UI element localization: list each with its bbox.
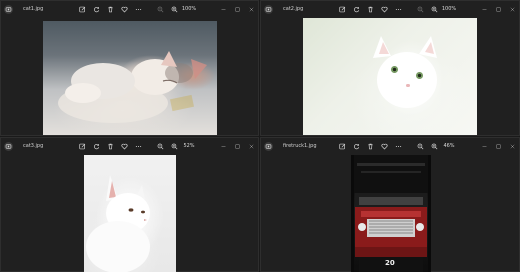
edit-image-icon[interactable]	[335, 140, 349, 152]
viewer-toolbar: 46%	[335, 140, 457, 152]
zoom-out-icon[interactable]	[153, 140, 167, 152]
close-icon[interactable]	[505, 3, 519, 15]
cat-nose	[406, 84, 410, 87]
window-title-filename: cat2.jpg	[283, 6, 304, 12]
minimize-icon[interactable]	[216, 3, 230, 15]
zoom-level: 52%	[183, 143, 195, 149]
maximize-icon[interactable]	[230, 140, 244, 152]
more-icon[interactable]	[391, 140, 405, 152]
title-bar[interactable]: cat1.jpg 100%	[1, 1, 258, 17]
photos-app-icon	[4, 4, 13, 14]
cat-eye-left	[391, 66, 398, 73]
edit-image-icon[interactable]	[335, 3, 349, 15]
title-bar[interactable]: firetruck1.jpg 46%	[261, 138, 519, 154]
zoom-in-icon[interactable]	[167, 140, 181, 152]
firetruck-number: 20	[385, 259, 395, 267]
photo-sleeping-kitten	[43, 21, 217, 135]
heart-icon[interactable]	[117, 3, 131, 15]
photos-app-icon	[4, 141, 13, 151]
window-controls	[216, 140, 258, 152]
rotate-icon[interactable]	[89, 3, 103, 15]
zoom-level: 46%	[443, 143, 455, 149]
zoom-out-icon[interactable]	[413, 140, 427, 152]
rotate-icon[interactable]	[349, 3, 363, 15]
window-title-filename: cat1.jpg	[23, 6, 44, 12]
zoom-out-icon[interactable]	[153, 3, 167, 15]
title-bar[interactable]: cat2.jpg 100%	[261, 1, 519, 17]
delete-icon[interactable]	[363, 3, 377, 15]
zoom-in-icon[interactable]	[427, 140, 441, 152]
more-icon[interactable]	[131, 3, 145, 15]
minimize-icon[interactable]	[477, 3, 491, 15]
zoom-in-icon[interactable]	[427, 3, 441, 15]
edit-image-icon[interactable]	[75, 3, 89, 15]
minimize-icon[interactable]	[477, 140, 491, 152]
rotate-icon[interactable]	[89, 140, 103, 152]
delete-icon[interactable]	[103, 140, 117, 152]
maximize-icon[interactable]	[491, 140, 505, 152]
more-icon[interactable]	[391, 3, 405, 15]
delete-icon[interactable]	[363, 140, 377, 152]
minimize-icon[interactable]	[216, 140, 230, 152]
window-controls	[216, 3, 258, 15]
desktop: cat1.jpg 100% cat2.jpg 100% cat3.jpg 52%…	[0, 0, 520, 272]
maximize-icon[interactable]	[491, 3, 505, 15]
photo-firetruck: 20	[351, 155, 431, 272]
zoom-out-icon[interactable]	[413, 3, 427, 15]
zoom-level: 100%	[441, 6, 457, 12]
viewer-toolbar: 100%	[335, 3, 457, 15]
window-controls	[477, 3, 519, 15]
maximize-icon[interactable]	[230, 3, 244, 15]
zoom-in-icon[interactable]	[167, 3, 181, 15]
close-icon[interactable]	[244, 140, 258, 152]
photo-white-fluffy-cat	[303, 18, 477, 135]
delete-icon[interactable]	[103, 3, 117, 15]
heart-icon[interactable]	[117, 140, 131, 152]
title-bar[interactable]: cat3.jpg 52%	[1, 138, 258, 154]
window-title-filename: cat3.jpg	[23, 143, 44, 149]
heart-icon[interactable]	[377, 3, 391, 15]
viewer-toolbar: 100%	[75, 3, 197, 15]
edit-image-icon[interactable]	[75, 140, 89, 152]
zoom-level: 100%	[181, 6, 197, 12]
photo-white-cat-portrait	[84, 155, 176, 272]
window-title-filename: firetruck1.jpg	[283, 143, 317, 149]
photos-app-icon	[264, 141, 273, 151]
close-icon[interactable]	[505, 140, 519, 152]
more-icon[interactable]	[131, 140, 145, 152]
window-controls	[477, 140, 519, 152]
photos-app-icon	[264, 4, 273, 14]
cat-eye-right	[416, 72, 423, 79]
heart-icon[interactable]	[377, 140, 391, 152]
viewer-toolbar: 52%	[75, 140, 197, 152]
rotate-icon[interactable]	[349, 140, 363, 152]
close-icon[interactable]	[244, 3, 258, 15]
